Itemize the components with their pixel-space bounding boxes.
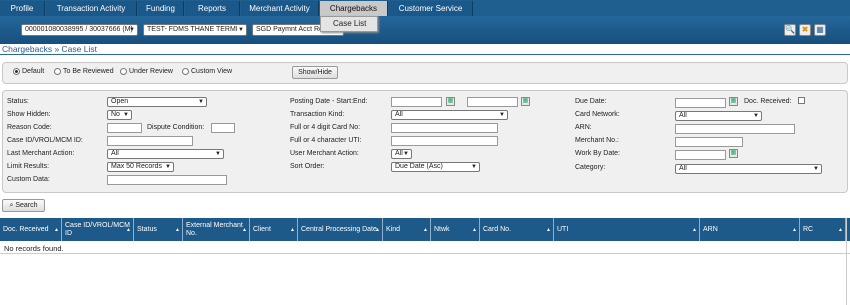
column-header[interactable]: Status ▲	[134, 218, 183, 241]
case-id-input[interactable]	[107, 136, 193, 146]
status-select[interactable]: Open ▼	[107, 97, 207, 107]
transaction-kind-select[interactable]: All ▼	[391, 110, 508, 120]
arn-input[interactable]	[675, 124, 795, 134]
posting-date-label: Posting Date - Start:End:	[290, 98, 368, 105]
search-button[interactable]: ⌕ Search	[2, 199, 45, 212]
limit-results-label: Limit Results:	[7, 163, 50, 170]
divider	[0, 253, 850, 254]
tab-merchant-activity[interactable]: Merchant Activity	[241, 1, 319, 16]
column-header[interactable]: Doc. Received ▲	[0, 218, 62, 241]
top-nav: Profile Transaction Activity Funding Rep…	[0, 0, 850, 16]
column-header[interactable]: Client ▲	[250, 218, 298, 241]
column-header[interactable]: Case ID/VROL/MCM ID ▲	[62, 218, 134, 241]
reason-code-label: Reason Code:	[7, 124, 52, 131]
user-merchant-action-select[interactable]: All ▼	[391, 149, 412, 159]
column-header[interactable]: Central Processing Date ▲	[298, 218, 383, 241]
dispute-condition-input[interactable]	[211, 123, 235, 133]
tab-customer-service[interactable]: Customer Service	[389, 1, 473, 16]
status-label: Status:	[7, 98, 29, 105]
column-header[interactable]: RC ▲	[800, 218, 846, 241]
column-header[interactable]: Kind ▲	[383, 218, 431, 241]
tab-profile[interactable]: Profile	[0, 1, 45, 16]
empty-message: No records found.	[4, 244, 64, 253]
account-select[interactable]: 000001080038995 / 30037666 (M) ▼	[21, 24, 138, 36]
card-network-label: Card Network:	[575, 111, 620, 118]
sort-order-select[interactable]: Due Date (Asc) ▼	[391, 162, 480, 172]
view-to-be-reviewed-radio[interactable]: To Be Reviewed	[54, 68, 114, 75]
posting-start-input[interactable]	[391, 97, 442, 107]
column-header[interactable]: Ntwk ▲	[431, 218, 480, 241]
due-date-input[interactable]	[675, 98, 726, 108]
tab-transaction-activity[interactable]: Transaction Activity	[46, 1, 137, 16]
calendar-icon[interactable]: ▦	[446, 97, 455, 106]
search-icon: ⌕	[9, 202, 14, 209]
menu-item-case-list[interactable]: Case List	[320, 16, 378, 32]
reason-code-input[interactable]	[107, 123, 142, 133]
column-header[interactable]: Card No. ▲	[480, 218, 554, 241]
card-no-label: Full or 4 digit Card No:	[290, 124, 361, 131]
uti-label: Full or 4 character UTI:	[290, 137, 362, 144]
user-merchant-action-label: User Merchant Action:	[290, 150, 359, 157]
search-icon[interactable]: 🔍	[784, 24, 796, 36]
calendar-icon[interactable]: ▦	[521, 97, 530, 106]
last-merchant-action-select[interactable]: All ▼	[107, 149, 224, 159]
show-hidden-select[interactable]: No ▼	[107, 110, 132, 120]
sort-order-label: Sort Order:	[290, 163, 325, 170]
tab-reports[interactable]: Reports	[185, 1, 240, 16]
tools-icon[interactable]: ✖	[799, 24, 811, 36]
calendar-icon[interactable]: ▦	[729, 149, 738, 158]
results-table-header: Doc. Received ▲ Case ID/VROL/MCM ID ▲ Stat…	[0, 218, 850, 241]
tab-chargebacks[interactable]: Chargebacks	[320, 1, 388, 16]
doc-received-label: Doc. Received:	[744, 98, 792, 105]
calendar-icon[interactable]: ▦	[729, 97, 738, 106]
work-by-date-label: Work By Date:	[575, 150, 620, 157]
card-network-select[interactable]: All ▼	[675, 111, 762, 121]
column-header[interactable]: UTI ▲	[554, 218, 700, 241]
limit-results-select[interactable]: Max 50 Records ▼	[107, 162, 174, 172]
breadcrumb: Chargebacks » Case List	[2, 44, 97, 54]
column-header[interactable]: ARN ▲	[700, 218, 800, 241]
work-by-date-input[interactable]	[675, 150, 726, 160]
case-id-label: Case ID/VROL/MCM ID:	[7, 137, 83, 144]
card-no-input[interactable]	[391, 123, 498, 133]
posting-end-input[interactable]	[467, 97, 518, 107]
scrollbar-edge	[846, 218, 847, 305]
last-merchant-action-label: Last Merchant Action:	[7, 150, 75, 157]
view-default-radio[interactable]: Default	[13, 68, 44, 75]
merchant-select[interactable]: TEST- FDMS THANE TERMI ▼	[143, 24, 247, 36]
uti-input[interactable]	[391, 136, 498, 146]
grid-icon[interactable]: ▦	[814, 24, 826, 36]
category-label: Category:	[575, 164, 606, 171]
divider	[0, 54, 850, 55]
show-hide-button[interactable]: Show/Hide	[292, 66, 338, 79]
custom-data-input[interactable]	[107, 175, 227, 185]
show-hidden-label: Show Hidden:	[7, 111, 51, 118]
tab-funding[interactable]: Funding	[138, 1, 184, 16]
view-under-review-radio[interactable]: Under Review	[120, 68, 173, 75]
doc-received-checkbox[interactable]	[798, 97, 805, 104]
merchant-no-input[interactable]	[675, 137, 743, 147]
transaction-kind-label: Transaction Kind:	[290, 111, 345, 118]
arn-label: ARN:	[575, 124, 592, 131]
column-header[interactable]: External Merchant No. ▲	[183, 218, 250, 241]
dispute-condition-label: Dispute Condition:	[147, 124, 205, 131]
merchant-no-label: Merchant No.:	[575, 137, 619, 144]
custom-data-label: Custom Data:	[7, 176, 50, 183]
view-custom-radio[interactable]: Custom View	[182, 68, 232, 75]
due-date-label: Due Date:	[575, 98, 607, 105]
category-select[interactable]: All ▼	[675, 164, 822, 174]
